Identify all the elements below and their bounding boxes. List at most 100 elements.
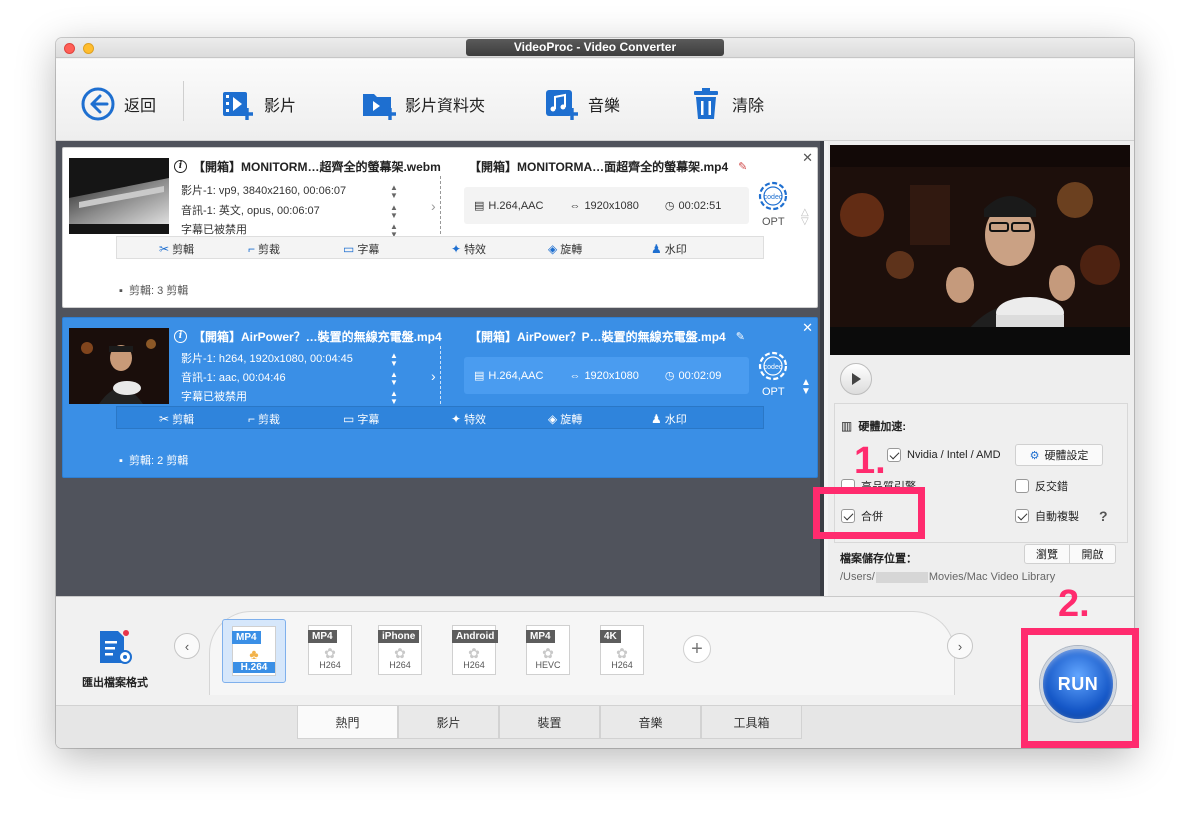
back-button[interactable]: 返回 (80, 84, 156, 124)
chip-icon: ▥ (841, 419, 853, 433)
clip-count: ▪ 剪輯: 3 剪輯 (119, 285, 189, 297)
codec-gear-icon[interactable]: codec (755, 178, 791, 214)
rename-pencil-icon[interactable]: ✎ (738, 160, 747, 173)
format-tile[interactable]: iPhone ✿ H264 (378, 625, 426, 677)
add-format-button[interactable]: + (683, 635, 711, 663)
hw-accel-checkbox[interactable] (887, 448, 901, 462)
hw-settings-button[interactable]: ⚙ 硬體設定 (1015, 444, 1103, 466)
chevron-right-icon: › (431, 198, 436, 214)
subtitle-tool[interactable]: ▭ 字幕 (343, 411, 379, 427)
magic-wand-icon: ✦ (451, 242, 462, 256)
source-filename-text: 【開箱】MONITORM…超齊全的螢幕架.webm (193, 160, 441, 174)
video-track-select-icon[interactable]: ▲ ▼ (390, 352, 398, 368)
redacted-username (875, 571, 928, 583)
help-icon[interactable]: ? (1099, 508, 1108, 524)
watermark-tool[interactable]: ♟ 水印 (651, 241, 687, 257)
resolution-info: 1920x1080 (584, 199, 639, 212)
format-tile[interactable]: MP4 ✿ H264 (308, 625, 356, 677)
format-top-label: MP4 (232, 631, 261, 644)
file-item[interactable]: ✕ i 【開箱】MONITORM…超齊全的螢幕架.webm 影片-1: vp9,… (62, 147, 818, 308)
rename-pencil-icon[interactable]: ✎ (736, 330, 745, 343)
format-doc: MP4 ✿ HEVC (526, 625, 570, 675)
effect-tool[interactable]: ✦ 特效 (451, 241, 486, 257)
crop-tool[interactable]: ⌐ 剪裁 (248, 411, 280, 427)
format-top-label: Android (452, 630, 499, 643)
format-bottom-label: H264 (611, 660, 633, 670)
magic-wand-icon: ✦ (451, 412, 462, 426)
auto-copy-checkbox[interactable] (1015, 509, 1029, 523)
film-add-icon (223, 92, 253, 120)
file-item-selected[interactable]: ✕ i 【開箱】AirPower？…裝置的無線充電盤.mp4 影片-1: h26… (62, 317, 818, 478)
browse-button[interactable]: 瀏覽 (1024, 544, 1070, 564)
subtitle-track-select-icon[interactable]: ▲ ▼ (390, 390, 398, 406)
add-music-button[interactable]: 音樂 (544, 84, 620, 124)
format-bottom-label: H264 (463, 660, 485, 670)
format-tile-selected[interactable]: MP4 ♣ H.264 (222, 619, 286, 683)
effect-tool[interactable]: ✦ 特效 (451, 411, 486, 427)
format-top-label: 4K (600, 630, 621, 643)
deinterlace-checkbox[interactable] (1015, 479, 1029, 493)
auto-copy-option[interactable]: 自動複製 ? (1015, 508, 1108, 524)
reorder-arrows-icon[interactable]: ▲ ▼ (801, 378, 811, 397)
open-folder-button[interactable]: 開啟 (1069, 544, 1116, 564)
output-info-box: ▤ H.264,AAC ⇔ 1920x1080 ◷ 00:02:51 (464, 187, 749, 224)
codec-info: H.264,AAC (488, 369, 544, 382)
chevron-right-icon: › (431, 368, 436, 384)
output-filename-text: 【開箱】MONITORMA…面超齊全的螢幕架.mp4 (469, 160, 729, 174)
export-format-icon[interactable] (96, 629, 132, 665)
tab-device[interactable]: 裝置 (499, 706, 600, 739)
clock-icon: ◷ (664, 200, 675, 212)
format-doc: 4K ✿ H264 (600, 625, 644, 675)
format-bottom-label: H264 (319, 660, 341, 670)
resolution-info: 1920x1080 (584, 369, 639, 382)
save-path-suffix: Movies/Mac Video Library (928, 571, 1056, 583)
svg-text:codec: codec (764, 364, 783, 371)
window-title: VideoProc - Video Converter (466, 39, 724, 56)
remove-item-icon[interactable]: ✕ (802, 320, 813, 336)
play-button[interactable] (840, 363, 872, 395)
add-video-button[interactable]: 影片 (220, 84, 296, 124)
format-bottom-label: H264 (389, 660, 411, 670)
option-label[interactable]: OPT (762, 216, 785, 228)
close-window-button[interactable] (64, 43, 75, 54)
step-1-label: 1. (854, 440, 886, 482)
minimize-window-button[interactable] (83, 43, 94, 54)
reorder-arrows-icon[interactable]: △ ▽ (801, 208, 809, 227)
option-label[interactable]: OPT (762, 386, 785, 398)
subtitle-tool[interactable]: ▭ 字幕 (343, 241, 379, 257)
codec-gear-icon[interactable]: codec (755, 348, 791, 384)
rotate-tool[interactable]: ◈ 旋轉 (548, 411, 582, 427)
crop-icon: ⌐ (248, 412, 256, 426)
tab-popular[interactable]: 熱門 (297, 706, 398, 739)
format-tile[interactable]: MP4 ✿ HEVC (526, 625, 574, 677)
info-icon[interactable]: i (174, 160, 187, 173)
cut-tool[interactable]: ✂ 剪輯 (159, 241, 194, 257)
remove-item-icon[interactable]: ✕ (802, 150, 813, 166)
watermark-tool[interactable]: ♟ 水印 (651, 411, 687, 427)
save-path: /Users/ Movies/Mac Video Library (840, 571, 1055, 583)
tab-toolbox[interactable]: 工具箱 (701, 706, 802, 739)
audio-track-select-icon[interactable]: ▲ ▼ (390, 371, 398, 387)
clip-count-text: 剪輯: 3 剪輯 (129, 285, 189, 297)
format-prev-button[interactable]: ‹ (174, 633, 200, 659)
format-bottom-label: H.264 (233, 662, 275, 673)
format-tile[interactable]: 4K ✿ H264 (600, 625, 648, 677)
rotate-tool[interactable]: ◈ 旋轉 (548, 241, 582, 257)
add-video-folder-button[interactable]: 影片資料夾 (361, 84, 485, 124)
tab-video[interactable]: 影片 (398, 706, 499, 739)
hw-accel-option[interactable]: Nvidia / Intel / AMD (887, 448, 1001, 462)
tab-music[interactable]: 音樂 (600, 706, 701, 739)
format-next-button[interactable]: › (947, 633, 973, 659)
output-filename: 【開箱】AirPower？P…裝置的無線充電盤.mp4 ✎ (469, 328, 745, 345)
deinterlace-option[interactable]: 反交錯 (1015, 478, 1068, 494)
clear-button[interactable]: 清除 (688, 84, 764, 124)
scissors-icon: ✂ (159, 412, 170, 426)
video-track-select-icon[interactable]: ▲ ▼ (390, 184, 398, 200)
info-icon[interactable]: i (174, 330, 187, 343)
format-tile[interactable]: Android ✿ H264 (452, 625, 500, 677)
save-path-prefix: /Users/ (840, 571, 875, 583)
cut-tool[interactable]: ✂ 剪輯 (159, 411, 194, 427)
audio-track-select-icon[interactable]: ▲ ▼ (390, 204, 398, 220)
highlight-merge (813, 487, 925, 539)
crop-tool[interactable]: ⌐ 剪裁 (248, 241, 280, 257)
